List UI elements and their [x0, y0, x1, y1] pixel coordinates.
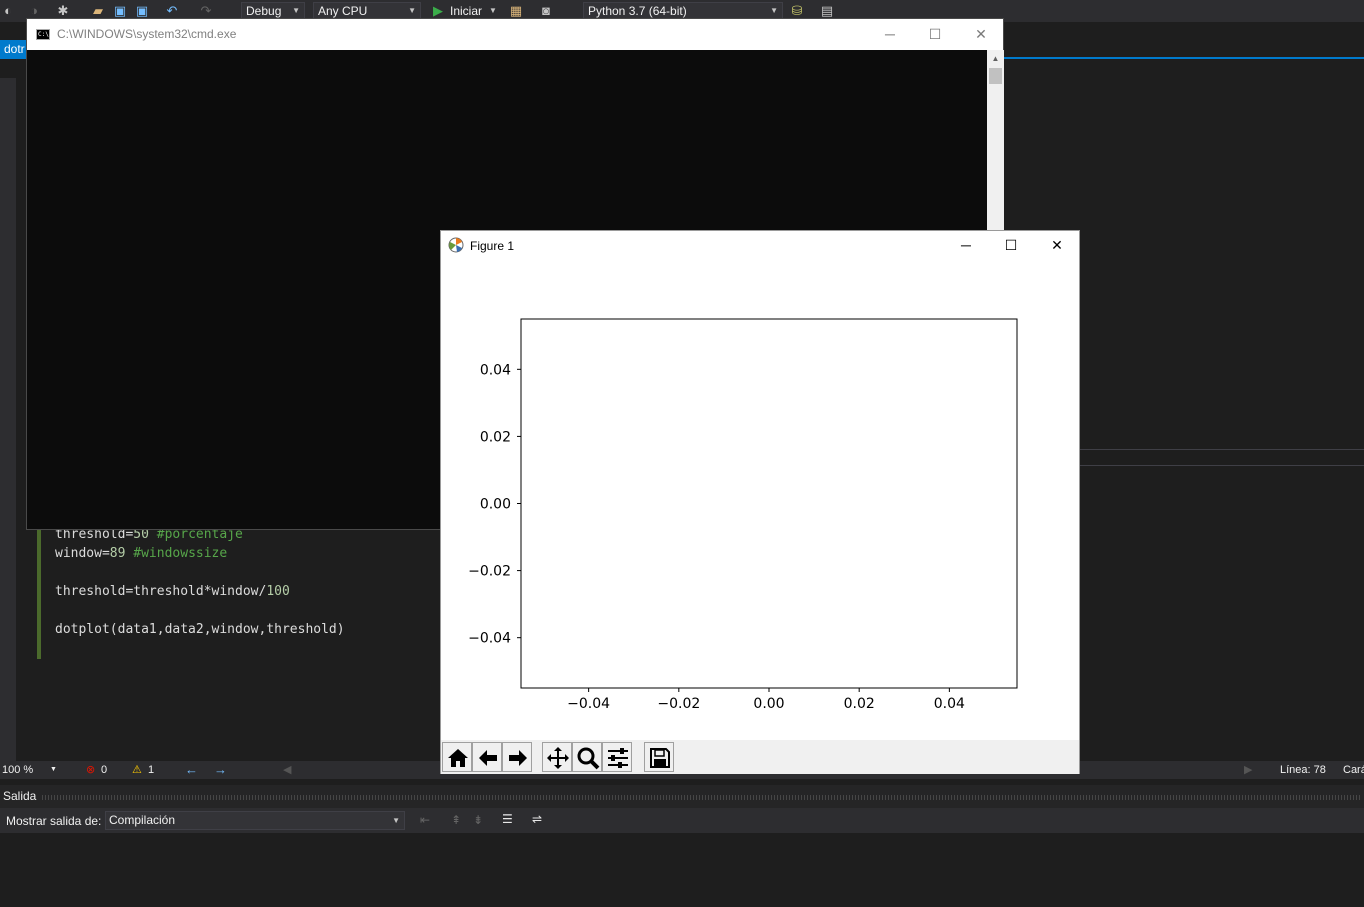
- navigate-back-icon[interactable]: ◐: [0, 3, 16, 19]
- column-indicator: Cará: [1343, 764, 1364, 776]
- minimize-icon[interactable]: ─: [953, 235, 979, 255]
- warning-count[interactable]: 1: [148, 761, 154, 779]
- home-button[interactable]: [442, 742, 472, 772]
- output-source-select[interactable]: Compilación ▼: [105, 811, 405, 830]
- maximize-icon[interactable]: ☐: [923, 25, 947, 43]
- close-icon[interactable]: ✕: [969, 25, 993, 43]
- editor-splitter: [1080, 465, 1364, 466]
- zoom-button[interactable]: [572, 742, 602, 772]
- next-message-icon[interactable]: ⇟: [473, 813, 483, 827]
- output-content[interactable]: [0, 833, 1364, 907]
- output-panel-title: Salida: [3, 789, 37, 803]
- forward-arrow-icon: [509, 750, 527, 766]
- code-line[interactable]: window=89 #windowssize: [55, 544, 227, 563]
- cmd-title: C:\WINDOWS\system32\cmd.exe: [57, 27, 237, 41]
- chevron-down-icon: ▼: [392, 816, 400, 825]
- x-tick-label: 0.00: [753, 696, 784, 712]
- output-source-label: Mostrar salida de:: [6, 814, 102, 828]
- y-tick-label: 0.04: [480, 362, 511, 378]
- save-figure-button[interactable]: [644, 742, 674, 772]
- plot-canvas[interactable]: −0.04 −0.02 0.00 0.02 0.04 0.04 0.02 0.00 −0.02 −…: [441, 263, 1079, 739]
- chevron-down-icon: ▼: [408, 6, 416, 15]
- warning-icon[interactable]: ⚠: [132, 761, 142, 779]
- output-panel: Salida Mostrar salida de: Compilación ▼ ⇤…: [0, 785, 1364, 907]
- chevron-down-icon[interactable]: ▼: [50, 761, 57, 779]
- minimize-icon[interactable]: ─: [878, 25, 902, 43]
- x-tick-label: −0.04: [567, 696, 610, 712]
- line-indicator: Línea: 78: [1280, 764, 1326, 776]
- navigation-toolbar: [441, 740, 1079, 774]
- browse-icon[interactable]: ▦: [508, 3, 524, 19]
- x-tick-label: 0.04: [934, 696, 965, 712]
- screenshot-icon[interactable]: ◙: [538, 3, 554, 19]
- output-toolbar: Mostrar salida de: Compilación ▼ ⇤ ⇞ ⇟ ☰ …: [0, 808, 1364, 833]
- home-icon: [448, 749, 468, 767]
- chevron-down-icon[interactable]: ▼: [485, 3, 501, 19]
- matplotlib-logo-icon: [448, 237, 464, 253]
- change-tracking-bar: [37, 529, 41, 659]
- environment-icon[interactable]: ⛁: [789, 3, 805, 19]
- save-all-icon[interactable]: ▣: [134, 3, 150, 19]
- undo-icon[interactable]: ↶: [164, 3, 180, 19]
- editor-margin: [0, 78, 16, 761]
- scroll-up-icon[interactable]: ▲: [987, 52, 1004, 66]
- zoom-icon: [577, 747, 600, 770]
- scroll-left-icon[interactable]: ◀: [283, 761, 291, 779]
- plot-frame: [520, 318, 1018, 689]
- pan-button[interactable]: [542, 742, 572, 772]
- chevron-down-icon: ▼: [770, 6, 778, 15]
- previous-message-icon[interactable]: ⇞: [451, 813, 461, 827]
- word-wrap-icon[interactable]: ⇌: [532, 812, 542, 826]
- zoom-level[interactable]: 100 %: [2, 761, 33, 779]
- configure-subplots-button[interactable]: [602, 742, 632, 772]
- code-line[interactable]: threshold=threshold*window/100: [55, 582, 290, 601]
- save-icon: [650, 748, 670, 768]
- figure-window[interactable]: Figure 1 ─ ☐ ✕ −0.04 −0.02 0.00 0.02 0.04 0.0…: [440, 230, 1080, 774]
- navigate-forward-icon[interactable]: ◑: [26, 3, 42, 19]
- start-button[interactable]: Iniciar: [450, 3, 482, 19]
- y-tick-label: −0.02: [468, 564, 511, 580]
- axes: −0.04 −0.02 0.00 0.02 0.04 0.04 0.02 0.00 −0.02 −…: [468, 318, 1018, 712]
- x-tick-label: 0.02: [844, 696, 875, 712]
- forward-button[interactable]: [502, 742, 532, 772]
- window-layout-icon[interactable]: ▤: [819, 3, 835, 19]
- redo-icon[interactable]: ↷: [198, 3, 214, 19]
- next-issue-icon[interactable]: →: [214, 761, 227, 779]
- y-tick-label: 0.00: [480, 497, 511, 513]
- cmd-icon: C:\: [36, 29, 50, 40]
- x-tick-label: −0.02: [657, 696, 700, 712]
- panel-grip[interactable]: [42, 795, 1360, 800]
- new-project-icon[interactable]: ✱: [55, 3, 71, 19]
- back-arrow-icon: [479, 750, 497, 766]
- y-tick-label: −0.04: [468, 631, 511, 647]
- scroll-thumb[interactable]: [989, 68, 1002, 84]
- error-icon[interactable]: ⊗: [86, 761, 95, 779]
- play-icon[interactable]: ▶: [430, 3, 446, 19]
- editor-splitter[interactable]: [1080, 449, 1364, 450]
- cmd-titlebar[interactable]: C:\ C:\WINDOWS\system32\cmd.exe ─ ☐ ✕: [27, 19, 1003, 50]
- pan-icon: [547, 747, 569, 769]
- configure-subplots-icon: [608, 748, 628, 768]
- close-icon[interactable]: ✕: [1044, 235, 1070, 255]
- scroll-right-icon[interactable]: ▶: [1244, 761, 1252, 779]
- maximize-icon[interactable]: ☐: [998, 235, 1024, 255]
- chevron-down-icon: ▼: [292, 6, 300, 15]
- find-message-icon[interactable]: ⇤: [420, 813, 430, 827]
- open-file-icon[interactable]: ▰: [90, 3, 106, 19]
- previous-issue-icon[interactable]: ←: [185, 761, 198, 779]
- figure-title: Figure 1: [470, 239, 515, 253]
- y-tick-label: 0.02: [480, 429, 511, 445]
- clear-all-icon[interactable]: ☰: [502, 812, 513, 826]
- back-button[interactable]: [472, 742, 502, 772]
- error-count[interactable]: 0: [101, 761, 107, 779]
- save-icon[interactable]: ▣: [112, 3, 128, 19]
- code-line[interactable]: dotplot(data1,data2,window,threshold): [55, 620, 345, 639]
